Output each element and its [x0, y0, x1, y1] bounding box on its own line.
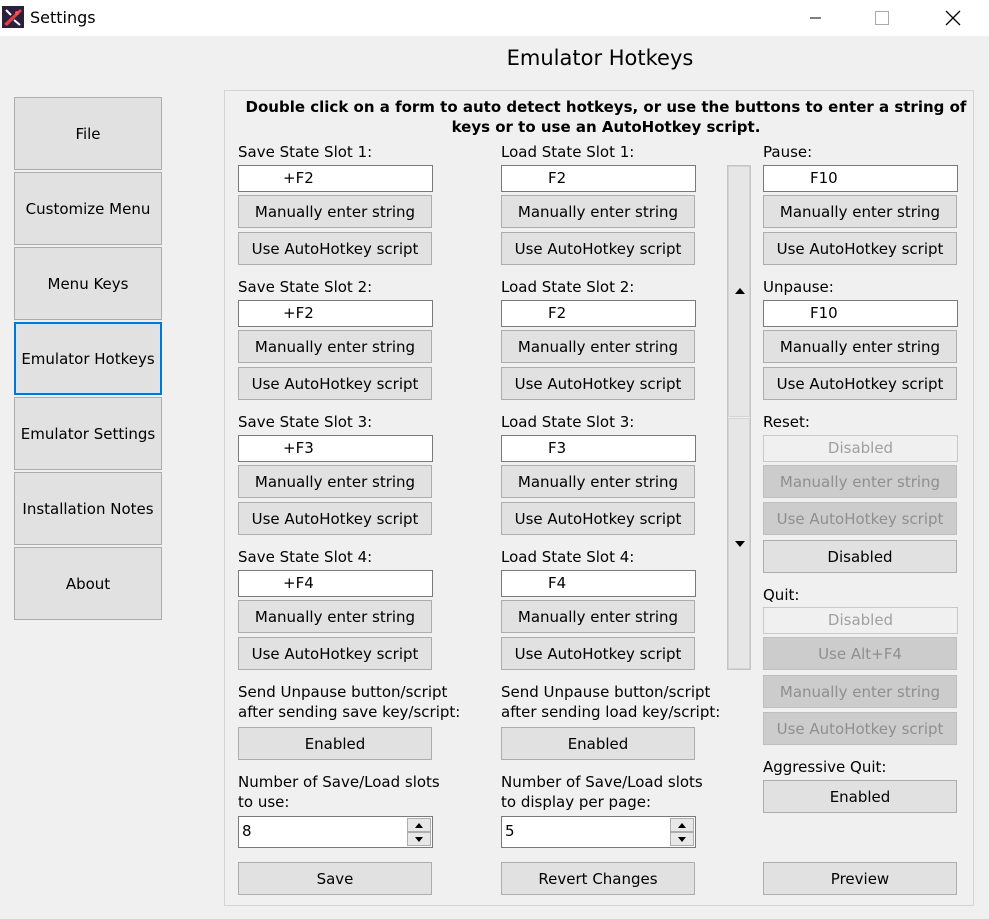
instructions-text: Double click on a form to auto detect ho…	[245, 98, 967, 136]
close-icon	[945, 10, 961, 26]
pause-manual-button[interactable]: Manually enter string	[763, 195, 957, 228]
unpause-label: Unpause:	[763, 278, 834, 296]
page-down-button[interactable]	[728, 418, 750, 669]
minimize-icon	[810, 17, 821, 19]
send-unpause-save-toggle[interactable]: Enabled	[238, 727, 432, 760]
save-slot-4-manual-button[interactable]: Manually enter string	[238, 600, 432, 633]
save-slot-3-field[interactable]: +F3	[238, 435, 433, 462]
save-slot-2-label: Save State Slot 2:	[238, 278, 373, 296]
reset-label: Reset:	[763, 413, 810, 431]
caret-down-icon	[415, 836, 423, 842]
save-slot-3-manual-button[interactable]: Manually enter string	[238, 465, 432, 498]
slots-per-page-stepper[interactable]: 5	[501, 816, 696, 848]
slot-page-scroller[interactable]	[727, 165, 751, 670]
caret-down-icon	[678, 836, 686, 842]
send-unpause-load-toggle[interactable]: Enabled	[501, 727, 695, 760]
save-slot-2-manual-button[interactable]: Manually enter string	[238, 330, 432, 363]
quit-label: Quit:	[763, 586, 800, 604]
reset-ahk-button[interactable]: Use AutoHotkey script	[763, 502, 957, 535]
reset-field[interactable]: Disabled	[763, 435, 958, 462]
sidebar-item-customize-menu[interactable]: Customize Menu	[14, 172, 162, 245]
reset-manual-button[interactable]: Manually enter string	[763, 465, 957, 498]
load-slot-2-label: Load State Slot 2:	[501, 278, 635, 296]
pause-ahk-button[interactable]: Use AutoHotkey script	[763, 232, 957, 265]
window-title: Settings	[30, 8, 96, 27]
load-slot-3-field[interactable]: F3	[501, 435, 696, 462]
load-slot-4-ahk-button[interactable]: Use AutoHotkey script	[501, 637, 695, 670]
slots-to-use-value: 8	[242, 822, 252, 840]
slots-per-page-label: Number of Save/Load slots to display per…	[501, 773, 703, 811]
page-heading: Emulator Hotkeys	[506, 46, 694, 70]
sidebar-item-menu-keys[interactable]: Menu Keys	[14, 247, 162, 320]
maximize-button[interactable]	[859, 0, 905, 36]
caret-up-icon	[678, 822, 686, 828]
aggressive-quit-label: Aggressive Quit:	[763, 758, 887, 776]
load-slot-2-ahk-button[interactable]: Use AutoHotkey script	[501, 367, 695, 400]
slots-per-page-up-button[interactable]	[670, 818, 694, 832]
save-slot-1-manual-button[interactable]: Manually enter string	[238, 195, 432, 228]
save-slot-4-ahk-button[interactable]: Use AutoHotkey script	[238, 637, 432, 670]
load-slot-1-ahk-button[interactable]: Use AutoHotkey script	[501, 232, 695, 265]
unpause-manual-button[interactable]: Manually enter string	[763, 330, 957, 363]
slots-to-use-stepper[interactable]: 8	[238, 816, 433, 848]
save-slot-1-ahk-button[interactable]: Use AutoHotkey script	[238, 232, 432, 265]
save-slot-2-ahk-button[interactable]: Use AutoHotkey script	[238, 367, 432, 400]
save-slot-4-label: Save State Slot 4:	[238, 548, 373, 566]
title-bar	[0, 0, 989, 36]
quit-ahk-button[interactable]: Use AutoHotkey script	[763, 712, 957, 745]
slots-per-page-down-button[interactable]	[670, 832, 694, 846]
slots-to-use-down-button[interactable]	[407, 832, 431, 846]
load-slot-4-field[interactable]: F4	[501, 570, 696, 597]
pause-label: Pause:	[763, 143, 813, 161]
caret-up-icon	[415, 822, 423, 828]
load-slot-1-label: Load State Slot 1:	[501, 143, 635, 161]
quit-alt-f4-button[interactable]: Use Alt+F4	[763, 637, 957, 670]
save-slot-2-field[interactable]: +F2	[238, 300, 433, 327]
app-icon	[2, 6, 24, 28]
load-slot-4-label: Load State Slot 4:	[501, 548, 635, 566]
aggressive-quit-toggle[interactable]: Enabled	[763, 780, 957, 813]
send-unpause-save-label: Send Unpause button/script after sending…	[238, 683, 461, 721]
pause-field[interactable]: F10	[763, 165, 958, 192]
slots-to-use-label: Number of Save/Load slots to use:	[238, 773, 440, 811]
load-slot-3-ahk-button[interactable]: Use AutoHotkey script	[501, 502, 695, 535]
page-up-button[interactable]	[728, 166, 750, 417]
arrow-up-icon	[735, 288, 745, 294]
maximize-icon	[875, 11, 889, 25]
save-button[interactable]: Save	[238, 862, 432, 895]
load-slot-1-field[interactable]: F2	[501, 165, 696, 192]
save-slot-1-label: Save State Slot 1:	[238, 143, 373, 161]
quit-field[interactable]: Disabled	[763, 607, 958, 634]
unpause-field[interactable]: F10	[763, 300, 958, 327]
load-slot-3-label: Load State Slot 3:	[501, 413, 635, 431]
quit-manual-button[interactable]: Manually enter string	[763, 675, 957, 708]
sidebar-item-installation-notes[interactable]: Installation Notes	[14, 472, 162, 545]
load-slot-2-manual-button[interactable]: Manually enter string	[501, 330, 695, 363]
save-slot-3-label: Save State Slot 3:	[238, 413, 373, 431]
save-slot-3-ahk-button[interactable]: Use AutoHotkey script	[238, 502, 432, 535]
arrow-down-icon	[735, 541, 745, 547]
save-slot-1-field[interactable]: +F2	[238, 165, 433, 192]
send-unpause-load-label: Send Unpause button/script after sending…	[501, 683, 721, 721]
slots-per-page-value: 5	[505, 822, 515, 840]
load-slot-1-manual-button[interactable]: Manually enter string	[501, 195, 695, 228]
close-button[interactable]	[930, 0, 976, 36]
sidebar-item-emulator-settings[interactable]: Emulator Settings	[14, 397, 162, 470]
reset-toggle[interactable]: Disabled	[763, 540, 957, 573]
load-slot-2-field[interactable]: F2	[501, 300, 696, 327]
load-slot-3-manual-button[interactable]: Manually enter string	[501, 465, 695, 498]
unpause-ahk-button[interactable]: Use AutoHotkey script	[763, 367, 957, 400]
slots-to-use-up-button[interactable]	[407, 818, 431, 832]
minimize-button[interactable]	[793, 0, 839, 36]
sidebar-item-about[interactable]: About	[14, 547, 162, 620]
preview-button[interactable]: Preview	[763, 862, 957, 895]
save-slot-4-field[interactable]: +F4	[238, 570, 433, 597]
load-slot-4-manual-button[interactable]: Manually enter string	[501, 600, 695, 633]
sidebar-item-emulator-hotkeys[interactable]: Emulator Hotkeys	[14, 322, 162, 395]
sidebar-item-file[interactable]: File	[14, 97, 162, 170]
revert-changes-button[interactable]: Revert Changes	[501, 862, 695, 895]
